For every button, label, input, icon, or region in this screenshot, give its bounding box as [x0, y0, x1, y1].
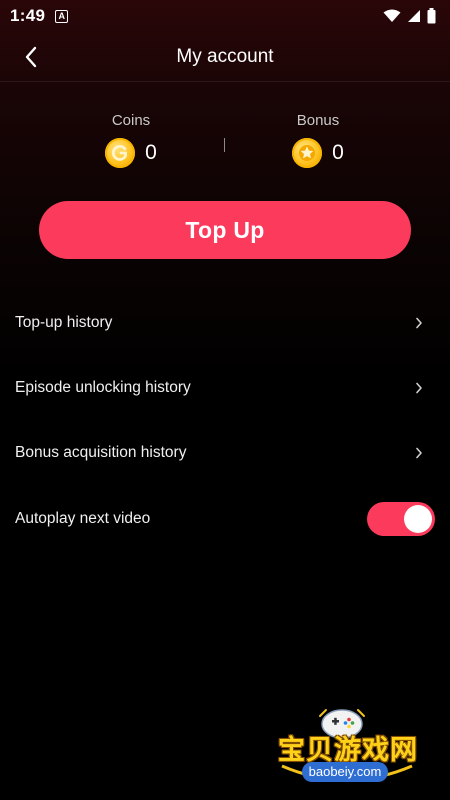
menu-item-topup-history[interactable]: Top-up history	[0, 297, 450, 349]
header: My account	[0, 32, 450, 82]
coin-icon	[105, 138, 136, 168]
wifi-icon	[383, 9, 401, 22]
toggle-knob	[404, 505, 432, 533]
coins-label: Coins	[111, 112, 151, 129]
battery-icon	[427, 8, 436, 24]
top-up-button[interactable]: Top Up	[39, 201, 411, 259]
chevron-right-icon	[413, 447, 425, 459]
status-icons	[383, 8, 436, 24]
coins-balance: Coins 0	[71, 108, 191, 168]
autoplay-label: Autoplay next video	[15, 510, 151, 527]
menu-item-label: Top-up history	[15, 314, 113, 331]
menu-item-episode-unlocking-history[interactable]: Episode unlocking history	[0, 362, 450, 414]
back-button[interactable]	[18, 44, 44, 70]
chevron-right-icon	[413, 382, 425, 394]
watermark: 宝贝游戏网 baobeiy.com	[272, 706, 422, 788]
autoplay-toggle[interactable]	[367, 502, 435, 536]
bonus-balance: Bonus 0	[258, 108, 378, 168]
menu-item-bonus-acquisition-history[interactable]: Bonus acquisition history	[0, 427, 450, 479]
chevron-left-icon	[25, 46, 37, 68]
menu-item-label: Episode unlocking history	[15, 379, 191, 396]
account-screen: 1:49 A My account Coins 0 Bonus 0 Top Up…	[0, 0, 450, 800]
signal-icon	[408, 10, 420, 22]
balance-divider	[224, 138, 225, 152]
balances: Coins 0 Bonus 0	[0, 108, 450, 178]
page-title: My account	[176, 45, 274, 67]
chevron-right-icon	[413, 317, 425, 329]
status-bar: 1:49 A	[0, 0, 450, 32]
bonus-label: Bonus	[296, 112, 340, 129]
bonus-value: 0	[332, 141, 344, 164]
notification-icon: A	[55, 9, 69, 23]
watermark-url: baobeiy.com	[302, 762, 388, 782]
coins-value: 0	[145, 141, 157, 164]
status-time: 1:49	[10, 6, 46, 25]
star-coin-icon	[292, 138, 323, 168]
menu-item-label: Bonus acquisition history	[15, 444, 187, 461]
